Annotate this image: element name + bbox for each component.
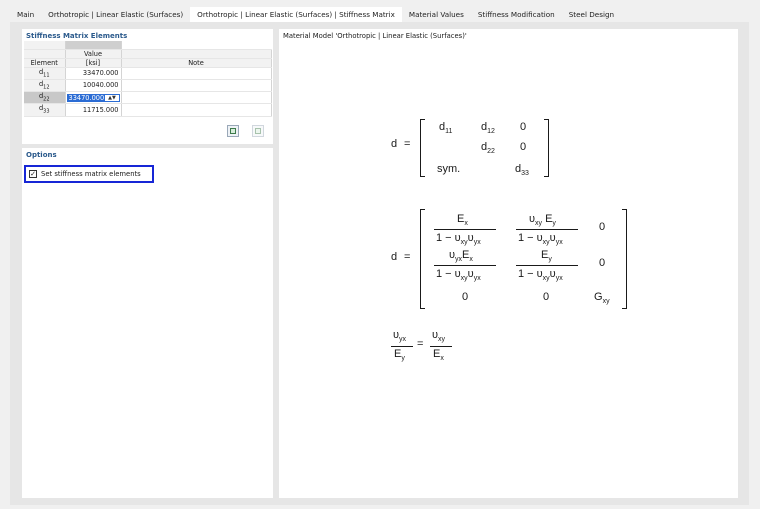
- tab-main[interactable]: Main: [10, 7, 41, 22]
- tab-material-values[interactable]: Material Values: [402, 7, 471, 22]
- col-note-header: Note: [121, 58, 272, 68]
- table-row-selected[interactable]: d22 33470.000 ▲▼: [24, 91, 272, 105]
- col-value-header: Value: [65, 49, 122, 59]
- element-cell: d11: [24, 67, 66, 80]
- value-input-text[interactable]: 33470.000: [67, 93, 106, 102]
- stiffness-table: Value Element [ksi] Note d11 33470.000 d…: [24, 41, 272, 117]
- tab-bar: Main Orthotropic | Linear Elastic (Surfa…: [10, 7, 621, 22]
- stiffness-elements-title: Stiffness Matrix Elements: [26, 32, 128, 40]
- table-export-button[interactable]: [227, 125, 239, 137]
- tab-stiffness-matrix[interactable]: Orthotropic | Linear Elastic (Surfaces) …: [190, 7, 402, 22]
- value-spin-input[interactable]: 33470.000 ▲▼: [66, 93, 120, 102]
- options-title: Options: [26, 151, 57, 159]
- element-cell: d33: [24, 103, 66, 117]
- tab-stiffness-modification[interactable]: Stiffness Modification: [471, 7, 562, 22]
- stiffness-matrix-formula: d = d11 d12 0 d22 0 sym. d33 d = Ex 1 − …: [279, 29, 738, 498]
- formula-panel: Material Model 'Orthotropic | Linear Ela…: [279, 29, 738, 498]
- col-element-header: Element: [24, 58, 66, 68]
- note-cell[interactable]: [121, 103, 272, 117]
- tab-steel-design[interactable]: Steel Design: [562, 7, 621, 22]
- stiffness-elements-panel: Stiffness Matrix Elements Value Element …: [22, 29, 273, 144]
- value-cell[interactable]: 11715.000: [65, 103, 122, 117]
- set-stiffness-label: Set stiffness matrix elements: [41, 170, 141, 178]
- set-stiffness-checkbox[interactable]: ✓: [29, 170, 37, 178]
- table-row[interactable]: d33 11715.000: [24, 103, 272, 117]
- table-row[interactable]: d12 10040.000: [24, 79, 272, 93]
- set-stiffness-checkbox-row[interactable]: ✓ Set stiffness matrix elements: [24, 165, 154, 183]
- element-cell: d12: [24, 79, 66, 93]
- note-cell[interactable]: [121, 79, 272, 93]
- options-panel: Options ✓ Set stiffness matrix elements: [22, 148, 273, 498]
- table-row[interactable]: d11 33470.000: [24, 67, 272, 80]
- value-cell[interactable]: 10040.000: [65, 79, 122, 93]
- note-cell[interactable]: [121, 91, 272, 105]
- table-icon: [255, 128, 261, 134]
- element-cell: d22: [24, 91, 66, 105]
- col-unit-header: [ksi]: [65, 58, 122, 68]
- table-icon: [230, 128, 236, 134]
- table-import-button[interactable]: [252, 125, 264, 137]
- spinner-arrows-icon[interactable]: ▲▼: [108, 94, 116, 102]
- tab-orthotropic[interactable]: Orthotropic | Linear Elastic (Surfaces): [41, 7, 190, 22]
- note-cell[interactable]: [121, 67, 272, 80]
- value-edit-cell[interactable]: 33470.000 ▲▼: [65, 91, 122, 105]
- value-cell[interactable]: 33470.000: [65, 67, 122, 80]
